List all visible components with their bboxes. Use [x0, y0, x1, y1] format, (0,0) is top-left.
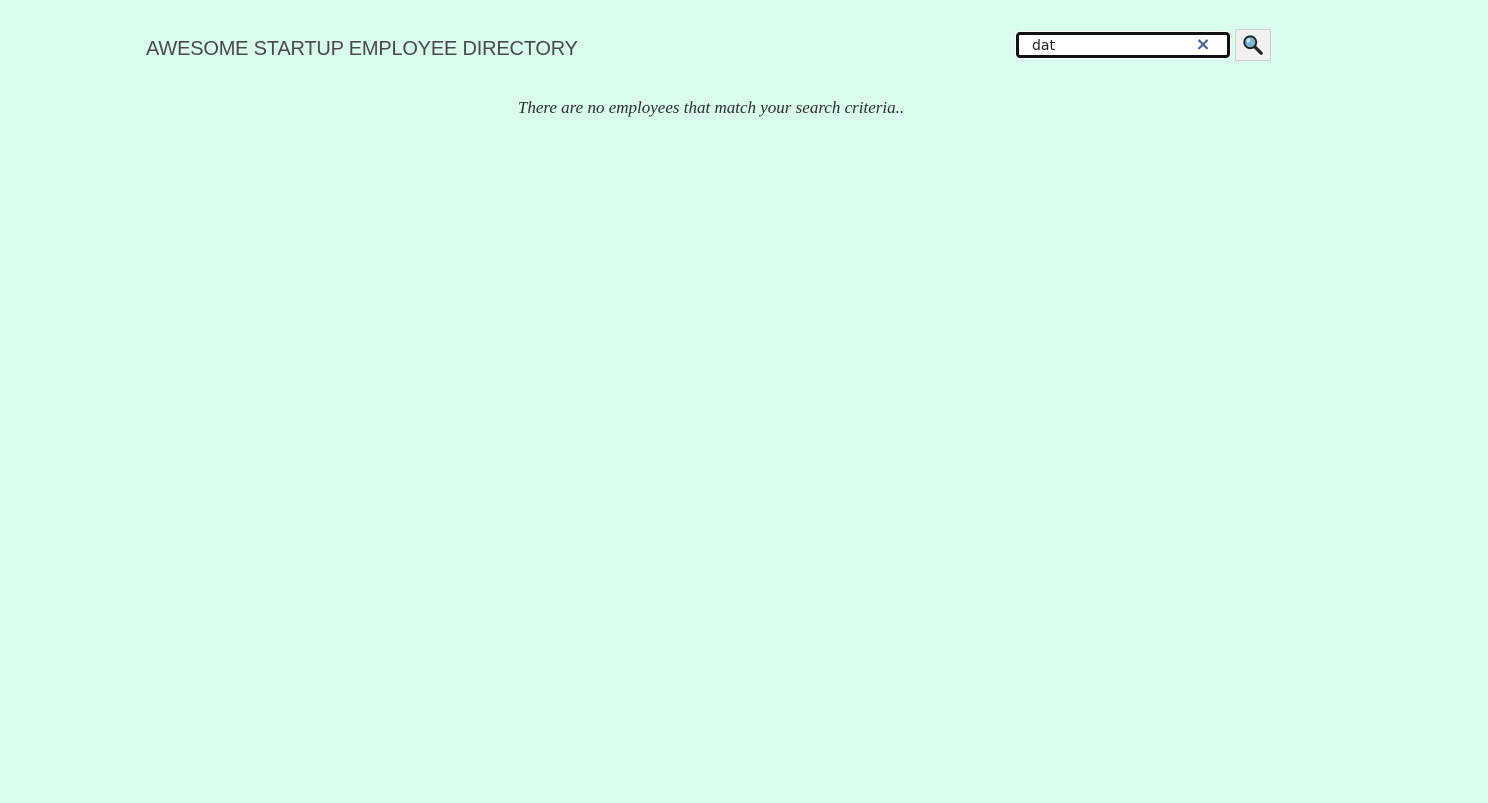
search-field-container[interactable]: × — [1016, 32, 1230, 58]
page-title: AWESOME STARTUP EMPLOYEE DIRECTORY — [146, 38, 578, 60]
search-icon — [1243, 35, 1263, 55]
employee-directory-page: { "header": { "title": "AWESOME STARTUP … — [0, 0, 1488, 803]
empty-results-message: There are no employees that match your s… — [517, 98, 905, 117]
page-header: AWESOME STARTUP EMPLOYEE DIRECTORY × — [146, 29, 1276, 66]
search-area: × — [1016, 29, 1271, 61]
search-button[interactable] — [1235, 29, 1271, 61]
close-icon[interactable]: × — [1195, 36, 1211, 54]
search-input[interactable] — [1019, 36, 1189, 56]
